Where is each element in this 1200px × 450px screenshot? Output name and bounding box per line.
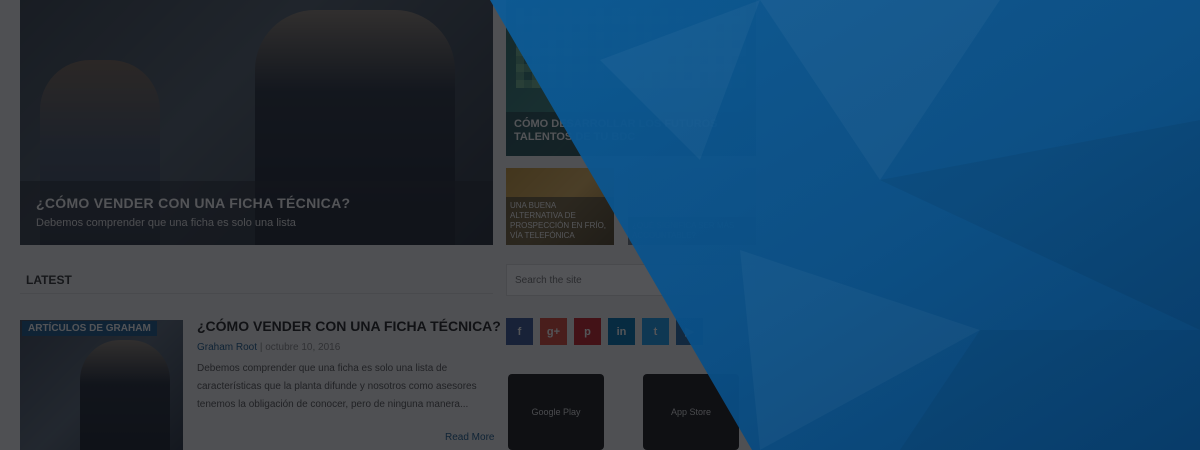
- read-more-link[interactable]: Read More: [445, 432, 494, 443]
- app-store-label: App Store: [670, 407, 712, 417]
- featured-small-a-title[interactable]: Una buena alternativa de prospección en …: [510, 201, 610, 241]
- featured-top-caption: Cómo desarrollar los futuros talentos de…: [506, 112, 756, 156]
- app-store-button[interactable]: App Store: [643, 374, 739, 450]
- google-plus-icon[interactable]: g+: [540, 318, 567, 345]
- post-meta: Graham Root | octubre 10, 2016: [197, 342, 340, 353]
- social-buttons: f g+ p in t ▶: [506, 318, 703, 345]
- featured-image-board: [516, 8, 746, 88]
- hero-title[interactable]: ¿Cómo vender con una ficha técnica?: [36, 195, 477, 211]
- youtube-icon[interactable]: ▶: [676, 318, 703, 345]
- post-thumbnail-person: [80, 340, 170, 450]
- google-play-label: Google Play: [531, 407, 581, 417]
- search-input[interactable]: [506, 264, 756, 296]
- featured-tile-small-a[interactable]: Una buena alternativa de prospección en …: [506, 168, 614, 245]
- blog-page: ¿Cómo vender con una ficha técnica? Debe…: [0, 0, 1200, 450]
- featured-small-a-caption: Una buena alternativa de prospección en …: [506, 197, 614, 245]
- post-title[interactable]: ¿Cómo vender con una ficha técnica?: [197, 318, 501, 334]
- featured-small-b-title[interactable]: ¿Qué significa ser más accountable?: [632, 221, 752, 241]
- pinterest-icon[interactable]: p: [574, 318, 601, 345]
- featured-small-b-caption: ¿Qué significa ser más accountable?: [628, 217, 756, 245]
- google-play-button[interactable]: Google Play: [508, 374, 604, 450]
- featured-top-title[interactable]: Cómo desarrollar los futuros talentos de…: [514, 118, 748, 144]
- post-thumbnail[interactable]: [20, 320, 183, 450]
- twitter-icon[interactable]: t: [642, 318, 669, 345]
- post-author-link[interactable]: Graham Root: [197, 342, 257, 353]
- hero-slide[interactable]: ¿Cómo vender con una ficha técnica? Debe…: [20, 0, 493, 245]
- linkedin-icon[interactable]: in: [608, 318, 635, 345]
- latest-divider: [20, 293, 493, 294]
- facebook-icon[interactable]: f: [506, 318, 533, 345]
- featured-tile-small-b[interactable]: ¿Qué significa ser más accountable?: [628, 168, 756, 245]
- post-date: octubre 10, 2016: [265, 342, 341, 353]
- featured-tile-top[interactable]: Cómo desarrollar los futuros talentos de…: [506, 0, 756, 156]
- post-meta-separator: |: [259, 342, 263, 353]
- post-category-badge[interactable]: Artículos de Graham: [22, 321, 157, 336]
- post-excerpt: Debemos comprender que una ficha es solo…: [197, 363, 477, 410]
- latest-heading: Latest: [26, 273, 72, 287]
- hero-subtitle: Debemos comprender que una ficha es solo…: [36, 217, 296, 229]
- hero-caption: ¿Cómo vender con una ficha técnica? Debe…: [20, 181, 493, 245]
